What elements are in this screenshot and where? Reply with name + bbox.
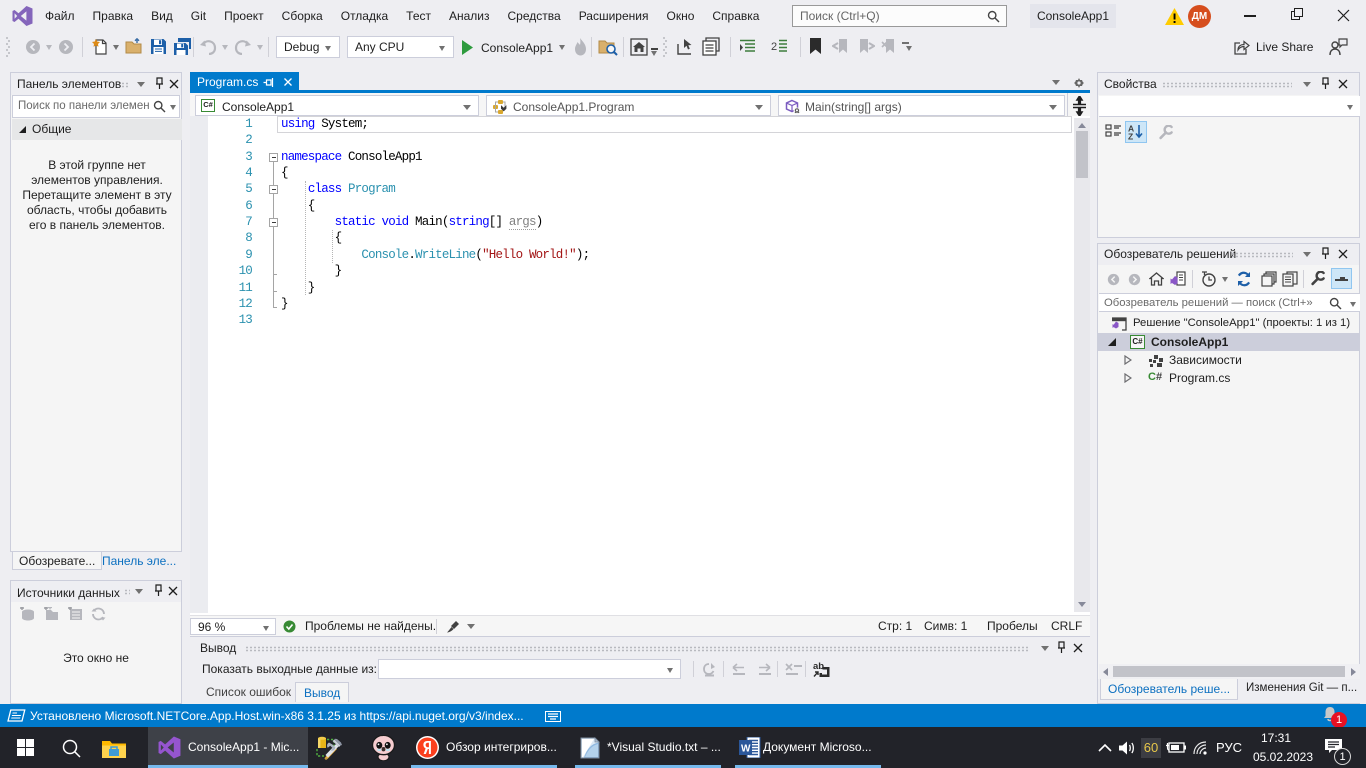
svg-text:ab: ab [813,661,824,672]
svg-text:Z: Z [1128,132,1133,141]
svg-text:W: W [741,744,751,755]
svg-text:2: 2 [771,41,777,53]
